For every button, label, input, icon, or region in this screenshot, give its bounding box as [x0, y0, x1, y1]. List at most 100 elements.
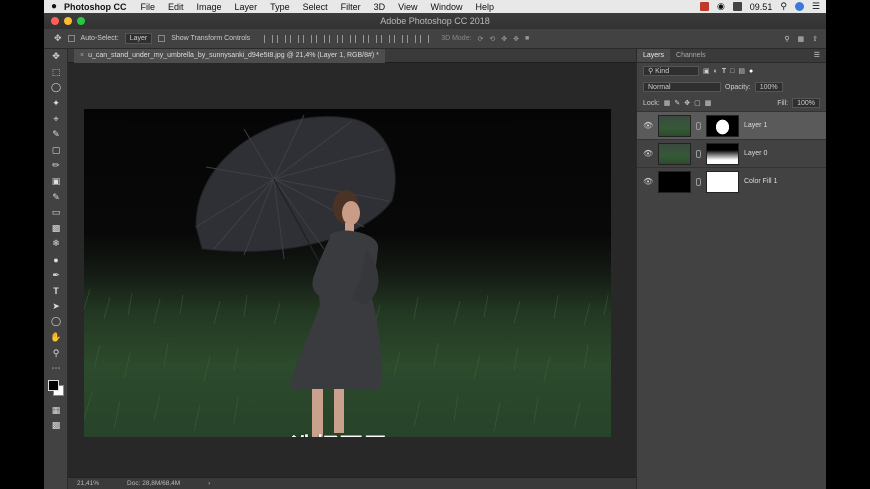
align-top-icon[interactable] — [264, 34, 274, 43]
path-select-tool-icon[interactable]: ➤ — [44, 299, 68, 315]
app-name-menu[interactable]: Photoshop CC — [64, 2, 127, 12]
color-swatches[interactable] — [44, 376, 68, 402]
align-right-icon[interactable] — [329, 34, 339, 43]
filter-kind-dropdown[interactable]: ⚲ Kind — [643, 66, 699, 76]
apple-menu-icon[interactable]: ● — [44, 1, 64, 12]
filter-pixel-icon[interactable]: ▣ — [703, 67, 710, 75]
battery-icon[interactable] — [732, 2, 742, 11]
layer-row-color-fill-1[interactable]: 👁 Color Fill 1 — [637, 167, 826, 195]
layer-name[interactable]: Layer 0 — [744, 150, 767, 157]
move-tool-icon[interactable]: ✥ — [54, 33, 62, 44]
close-tab-icon[interactable]: × — [80, 52, 84, 59]
eyedropper-tool-icon[interactable]: ✎ — [44, 127, 68, 143]
auto-select-checkbox[interactable] — [67, 35, 75, 42]
auto-select-dropdown[interactable]: Layer — [124, 33, 153, 44]
layer-row-layer-0[interactable]: 👁 Layer 0 — [637, 139, 826, 167]
more-tools-icon[interactable]: ⋯ — [44, 361, 68, 377]
menu-layer[interactable]: Layer — [235, 2, 258, 12]
filter-shape-icon[interactable]: □ — [730, 68, 734, 75]
layer-row-layer-1[interactable]: 👁 Layer 1 — [637, 111, 826, 139]
3d-slide-icon[interactable]: ✥ — [513, 35, 519, 43]
share-icon[interactable]: ⇧ — [812, 35, 818, 43]
menu-view[interactable]: View — [398, 2, 417, 12]
lock-artboard-icon[interactable]: ▢ — [694, 99, 701, 107]
pen-tool-icon[interactable]: ✒ — [44, 267, 68, 283]
menu-type[interactable]: Type — [270, 2, 290, 12]
hand-tool-icon[interactable]: ✋ — [44, 330, 68, 346]
opacity-field[interactable]: 100% — [754, 82, 783, 92]
panel-menu-icon[interactable]: ☰ — [814, 49, 826, 62]
visibility-eye-icon[interactable]: 👁 — [643, 177, 653, 186]
clock[interactable]: 09.51 — [750, 2, 773, 12]
dodge-tool-icon[interactable]: ● — [44, 252, 68, 268]
lock-all-icon[interactable]: ▩ — [705, 99, 712, 107]
notification-center-icon[interactable]: ☰ — [812, 1, 820, 12]
screen-mode-icon[interactable]: ▩ — [44, 418, 68, 434]
fill-color-thumbnail[interactable] — [658, 170, 691, 193]
layer-name[interactable]: Color Fill 1 — [744, 178, 777, 185]
lock-position-icon[interactable]: ✥ — [684, 99, 690, 107]
distribute-left-icon[interactable] — [381, 34, 391, 43]
visibility-eye-icon[interactable]: 👁 — [643, 149, 653, 158]
crop-tool-icon[interactable]: ⌖ — [44, 111, 68, 127]
fill-field[interactable]: 100% — [792, 98, 820, 108]
mask-link-icon[interactable] — [696, 149, 701, 158]
status-menu-arrow-icon[interactable]: › — [208, 480, 210, 487]
document-tab[interactable]: × u_can_stand_under_my_umbrella_by_sunnys… — [74, 49, 385, 63]
visibility-eye-icon[interactable]: 👁 — [643, 121, 653, 130]
gradient-tool-icon[interactable]: ▩ — [44, 221, 68, 237]
foreground-color-swatch[interactable] — [48, 380, 59, 392]
mask-link-icon[interactable] — [696, 121, 701, 130]
3d-roll-icon[interactable]: ⟲ — [489, 35, 495, 43]
auto-align-icon[interactable] — [420, 34, 430, 43]
move-tool-icon[interactable]: ✥ — [44, 49, 68, 65]
filter-toggle-icon[interactable]: ● — [749, 68, 753, 75]
tab-channels[interactable]: Channels — [670, 49, 712, 62]
tab-layers[interactable]: Layers — [637, 49, 671, 62]
align-bottom-icon[interactable] — [290, 34, 300, 43]
lasso-tool-icon[interactable]: ◯ — [44, 80, 68, 96]
distribute-top-icon[interactable] — [342, 34, 352, 43]
menu-image[interactable]: Image — [197, 2, 222, 12]
zoom-level[interactable]: 21,41% — [77, 480, 99, 487]
filter-smart-object-icon[interactable]: ▤ — [738, 67, 745, 75]
menu-filter[interactable]: Filter — [341, 2, 361, 12]
type-tool-icon[interactable]: T — [44, 283, 68, 299]
mask-link-icon[interactable] — [696, 177, 701, 186]
distribute-hcenter-icon[interactable] — [394, 34, 404, 43]
brush-tool-icon[interactable]: ✏ — [44, 158, 68, 174]
layer-mask-thumbnail[interactable] — [706, 142, 739, 165]
layer-mask-thumbnail[interactable] — [706, 170, 739, 193]
menu-select[interactable]: Select — [303, 2, 328, 12]
lock-transparent-icon[interactable]: ▦ — [664, 99, 671, 107]
quick-mask-icon[interactable]: ▦ — [44, 402, 68, 418]
wifi-icon[interactable]: ◉ — [717, 1, 725, 12]
marquee-tool-icon[interactable]: ⬚ — [44, 65, 68, 81]
distribute-vcenter-icon[interactable] — [355, 34, 365, 43]
menu-3d[interactable]: 3D — [374, 2, 386, 12]
3d-pan-icon[interactable]: ✥ — [501, 35, 507, 43]
zoom-tool-icon[interactable]: ⚲ — [44, 345, 68, 361]
3d-orbit-icon[interactable]: ⟳ — [478, 35, 484, 43]
menu-help[interactable]: Help — [475, 2, 494, 12]
blur-tool-icon[interactable]: ❄ — [44, 236, 68, 252]
blend-mode-dropdown[interactable]: Normal — [643, 82, 721, 92]
lock-image-icon[interactable]: ✎ — [674, 99, 680, 107]
align-hcenter-icon[interactable] — [316, 34, 326, 43]
align-vcenter-icon[interactable] — [277, 34, 287, 43]
filter-adjustment-icon[interactable]: ◐ — [714, 68, 718, 75]
menu-edit[interactable]: Edit — [168, 2, 184, 12]
workspace-icon[interactable]: ▦ — [798, 35, 805, 43]
filter-type-icon[interactable]: T — [722, 68, 726, 75]
eraser-tool-icon[interactable]: ▭ — [44, 205, 68, 221]
3d-scale-icon[interactable]: ■ — [525, 35, 529, 42]
align-left-icon[interactable] — [303, 34, 313, 43]
distribute-right-icon[interactable] — [407, 34, 417, 43]
record-icon[interactable] — [699, 2, 709, 11]
search-icon[interactable]: ⚲ — [784, 35, 789, 43]
healing-brush-tool-icon[interactable]: ▢ — [44, 143, 68, 159]
menu-file[interactable]: File — [141, 2, 156, 12]
layer-name[interactable]: Layer 1 — [744, 122, 767, 129]
history-brush-tool-icon[interactable]: ✎ — [44, 189, 68, 205]
spotlight-icon[interactable]: ⚲ — [780, 1, 787, 12]
